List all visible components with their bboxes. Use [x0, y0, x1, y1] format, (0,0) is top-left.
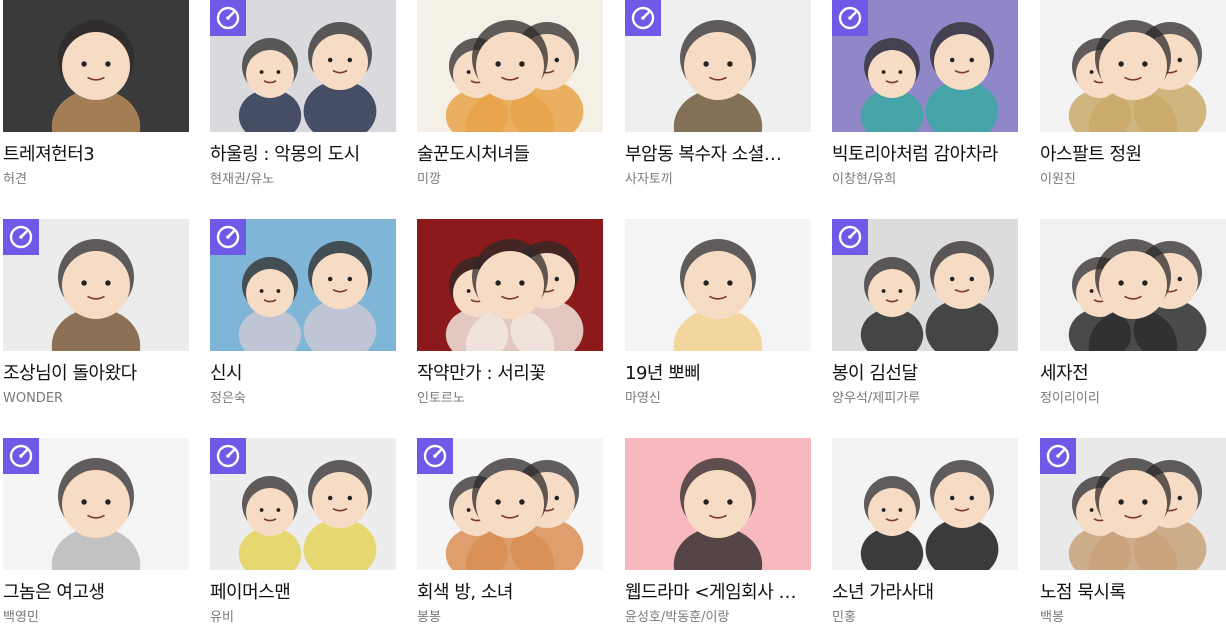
- webtoon-title[interactable]: 술꾼도시처녀들: [417, 144, 603, 166]
- thumbnail-illustration: [832, 438, 1018, 570]
- webtoon-card[interactable]: 노점 묵시록백봉: [1040, 438, 1226, 626]
- webtoon-author: 정이리이리: [1040, 391, 1100, 406]
- speedometer-icon: [1040, 438, 1076, 474]
- speedometer-icon: [417, 438, 453, 474]
- webtoon-thumbnail[interactable]: [210, 0, 396, 132]
- webtoon-card[interactable]: 세자전정이리이리: [1040, 219, 1226, 407]
- thumbnail-illustration: [417, 0, 603, 132]
- webtoon-card[interactable]: 그놈은 여고생백영민: [3, 438, 189, 626]
- webtoon-title[interactable]: 작약만가 : 서리꽃: [417, 363, 603, 385]
- webtoon-title[interactable]: 조상님이 돌아왔다: [3, 363, 189, 385]
- webtoon-title[interactable]: 봉이 김선달: [832, 363, 1018, 385]
- speedometer-icon: [832, 219, 868, 255]
- webtoon-card[interactable]: 술꾼도시처녀들미깡: [417, 0, 603, 188]
- webtoon-title[interactable]: 부암동 복수자 소셜…: [625, 144, 811, 166]
- webtoon-thumbnail[interactable]: [625, 438, 811, 570]
- thumbnail-illustration: [625, 219, 811, 351]
- webtoon-title[interactable]: 신시: [210, 363, 396, 385]
- webtoon-card[interactable]: 아스팔트 정원이원진: [1040, 0, 1226, 188]
- webtoon-author: WONDER: [3, 391, 64, 406]
- webtoon-thumbnail[interactable]: [417, 219, 603, 351]
- webtoon-thumbnail[interactable]: [3, 219, 189, 351]
- speedometer-icon: [3, 219, 39, 255]
- speedometer-icon: [210, 438, 246, 474]
- webtoon-author: 봉봉: [417, 610, 441, 625]
- webtoon-author: 민홍: [832, 610, 856, 625]
- webtoon-card[interactable]: 빅토리아처럼 감아차라이창현/유희: [832, 0, 1018, 188]
- webtoon-author: 사자토끼: [625, 172, 673, 187]
- webtoon-author: 백봉: [1040, 610, 1064, 625]
- webtoon-thumbnail[interactable]: [417, 0, 603, 132]
- webtoon-thumbnail[interactable]: [1040, 0, 1226, 132]
- webtoon-card[interactable]: 하울링 : 악몽의 도시현재권/유노: [210, 0, 396, 188]
- webtoon-thumbnail[interactable]: [210, 219, 396, 351]
- webtoon-title[interactable]: 페이머스맨: [210, 582, 396, 604]
- webtoon-card[interactable]: 19년 뽀삐마영신: [625, 219, 811, 407]
- webtoon-grid: 트레져헌터3 허견 하울링 : 악몽의 도시 현재권/유노 술꾼도시처녀들 미깡 부암동 복…: [0, 0, 1226, 635]
- webtoon-author: 백영민: [3, 610, 39, 625]
- thumbnail-illustration: [3, 0, 189, 132]
- webtoon-title[interactable]: 노점 묵시록: [1040, 582, 1226, 604]
- webtoon-thumbnail[interactable]: [832, 0, 1018, 132]
- webtoon-title[interactable]: 그놈은 여고생: [3, 582, 189, 604]
- speedometer-icon: [832, 0, 868, 36]
- webtoon-author: 유비: [210, 610, 234, 625]
- webtoon-title[interactable]: 19년 뽀삐: [625, 363, 811, 385]
- webtoon-title[interactable]: 하울링 : 악몽의 도시: [210, 144, 396, 166]
- webtoon-card[interactable]: 소년 가라사대민홍: [832, 438, 1018, 626]
- webtoon-thumbnail[interactable]: [832, 438, 1018, 570]
- webtoon-author: 현재권/유노: [210, 172, 275, 187]
- webtoon-thumbnail[interactable]: [625, 0, 811, 132]
- webtoon-title[interactable]: 빅토리아처럼 감아차라: [832, 144, 1018, 166]
- webtoon-thumbnail[interactable]: [1040, 219, 1226, 351]
- speedometer-icon: [625, 0, 661, 36]
- webtoon-card[interactable]: 회색 방, 소녀봉봉: [417, 438, 603, 626]
- webtoon-title[interactable]: 웹드라마 <게임회사 …: [625, 582, 811, 604]
- speedometer-icon: [210, 0, 246, 36]
- webtoon-thumbnail[interactable]: [3, 438, 189, 570]
- thumbnail-illustration: [625, 438, 811, 570]
- webtoon-card[interactable]: 트레져헌터3 허견: [3, 0, 189, 188]
- webtoon-thumbnail[interactable]: [625, 219, 811, 351]
- webtoon-card[interactable]: 신시정은숙: [210, 219, 396, 407]
- webtoon-thumbnail[interactable]: [417, 438, 603, 570]
- webtoon-thumbnail[interactable]: [832, 219, 1018, 351]
- webtoon-author: 미깡: [417, 172, 441, 187]
- webtoon-thumbnail[interactable]: [3, 0, 189, 132]
- webtoon-card[interactable]: 웹드라마 <게임회사 … 윤성호/박동훈/이랑: [625, 438, 811, 626]
- thumbnail-illustration: [1040, 219, 1226, 351]
- webtoon-title[interactable]: 세자전: [1040, 363, 1226, 385]
- thumbnail-illustration: [1040, 0, 1226, 132]
- webtoon-thumbnail[interactable]: [210, 438, 396, 570]
- webtoon-author: 허견: [3, 172, 27, 187]
- webtoon-author: 이창현/유희: [832, 172, 897, 187]
- webtoon-author: 정은숙: [210, 391, 246, 406]
- webtoon-author: 인토르노: [417, 391, 465, 406]
- webtoon-title[interactable]: 소년 가라사대: [832, 582, 1018, 604]
- webtoon-title[interactable]: 아스팔트 정원: [1040, 144, 1226, 166]
- webtoon-author: 양우석/제피가루: [832, 391, 921, 406]
- webtoon-title[interactable]: 회색 방, 소녀: [417, 582, 603, 604]
- webtoon-card[interactable]: 작약만가 : 서리꽃인토르노: [417, 219, 603, 407]
- speedometer-icon: [3, 438, 39, 474]
- webtoon-author: 이원진: [1040, 172, 1076, 187]
- webtoon-author: 윤성호/박동훈/이랑: [625, 610, 730, 625]
- webtoon-card[interactable]: 페이머스맨유비: [210, 438, 396, 626]
- webtoon-card[interactable]: 조상님이 돌아왔다 WONDER: [3, 219, 189, 407]
- webtoon-thumbnail[interactable]: [1040, 438, 1226, 570]
- webtoon-title[interactable]: 트레져헌터3: [3, 144, 189, 166]
- webtoon-author: 마영신: [625, 391, 661, 406]
- webtoon-card[interactable]: 봉이 김선달양우석/제피가루: [832, 219, 1018, 407]
- thumbnail-illustration: [417, 219, 603, 351]
- speedometer-icon: [210, 219, 246, 255]
- webtoon-card[interactable]: 부암동 복수자 소셜… 사자토끼: [625, 0, 811, 188]
